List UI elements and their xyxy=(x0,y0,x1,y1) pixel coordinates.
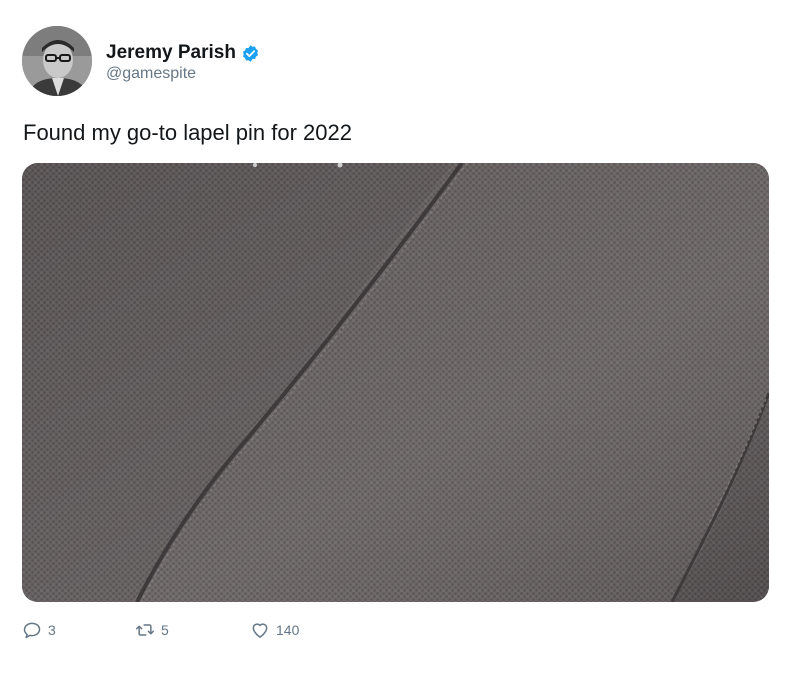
author-name-row: Jeremy Parish xyxy=(106,42,260,64)
verified-badge-icon xyxy=(241,44,260,63)
author-handle[interactable]: @gamespite xyxy=(106,65,196,83)
reply-icon xyxy=(22,620,42,640)
tweet-actions: 3 5 140 xyxy=(22,620,422,644)
reply-button[interactable]: 3 xyxy=(22,620,56,640)
retweet-button[interactable]: 5 xyxy=(135,620,169,640)
tweet-photo[interactable] xyxy=(22,163,769,602)
like-count: 140 xyxy=(276,622,300,638)
author-display-name[interactable]: Jeremy Parish xyxy=(106,42,236,64)
tweet-card: Jeremy Parish @gamespite Found my go-to … xyxy=(0,0,789,674)
avatar[interactable] xyxy=(22,26,92,96)
retweet-count: 5 xyxy=(161,622,169,638)
reply-count: 3 xyxy=(48,622,56,638)
like-icon xyxy=(250,620,270,640)
tweet-text: Found my go-to lapel pin for 2022 xyxy=(23,120,352,145)
retweet-icon xyxy=(135,620,155,640)
like-button[interactable]: 140 xyxy=(250,620,299,640)
